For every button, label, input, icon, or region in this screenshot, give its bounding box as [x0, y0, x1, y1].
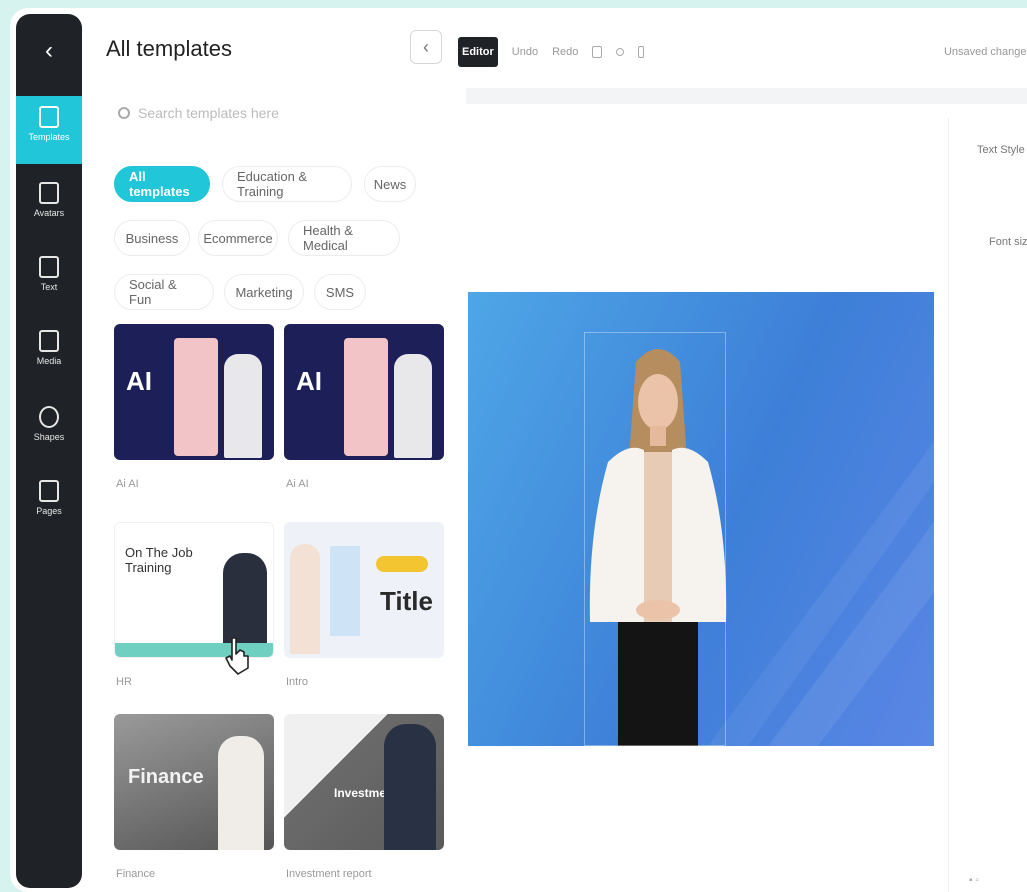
video-canvas[interactable]: [468, 292, 934, 746]
rail-item-text[interactable]: Text: [16, 246, 82, 314]
text-icon: [39, 256, 59, 278]
panel-footer-icons[interactable]: ▪ ▫: [969, 875, 979, 886]
template-card[interactable]: Investment report: [284, 714, 444, 850]
template-card[interactable]: AI: [114, 324, 274, 460]
tool-rail: ‹ Templates Avatars Text Media Shapes Pa…: [16, 14, 82, 888]
avatar-figure: [174, 338, 218, 456]
dot-icon[interactable]: [616, 48, 625, 56]
avatar-figure: [384, 724, 436, 850]
rail-label: Media: [36, 356, 62, 366]
template-word: AI: [296, 366, 322, 396]
template-search-input[interactable]: Search templates here: [106, 96, 436, 130]
templates-panel: All templates ‹ Search templates here Al…: [92, 8, 452, 892]
chip-business[interactable]: Business: [114, 220, 190, 256]
rail-label: Shapes: [33, 432, 65, 442]
avatar-figure: [394, 354, 432, 458]
decor-banner: [376, 556, 428, 572]
chip-social[interactable]: Social & Fun: [114, 274, 214, 310]
template-word: Finance: [128, 766, 204, 788]
avatar-figure: [224, 354, 262, 458]
chip-marketing[interactable]: Marketing: [224, 274, 304, 310]
search-placeholder: Search templates here: [138, 105, 279, 121]
template-label: Ai AI: [286, 478, 309, 490]
rail-item-avatars[interactable]: Avatars: [16, 172, 82, 240]
copy-icon[interactable]: [592, 46, 603, 58]
template-label: Intro: [286, 676, 309, 688]
media-icon: [39, 330, 59, 352]
avatar-figure: [344, 338, 388, 456]
avatar-figure: [290, 544, 320, 654]
chip-education[interactable]: Education & Training: [222, 166, 352, 202]
timeline-scrubber[interactable]: [466, 88, 1027, 104]
shape-icon: [39, 406, 59, 428]
template-card[interactable]: AI: [284, 324, 444, 460]
template-word: Title: [380, 586, 433, 616]
chip-sms[interactable]: SMS: [314, 274, 366, 310]
pages-icon: [39, 480, 59, 502]
rail-label: Avatars: [33, 208, 65, 218]
rail-label: Pages: [36, 506, 62, 516]
editor-toolbar: Editor Undo Redo Unsaved changes: [458, 30, 1027, 74]
font-size-label[interactable]: Font size: [989, 236, 1027, 248]
app-frame: ‹ Templates Avatars Text Media Shapes Pa…: [10, 8, 1027, 892]
chip-health[interactable]: Health & Medical: [288, 220, 400, 256]
template-card[interactable]: Finance: [114, 714, 274, 850]
search-icon: [118, 107, 130, 119]
properties-panel: Text Style Font size ▪ ▫: [948, 118, 1027, 892]
editor-mode-button[interactable]: Editor: [458, 37, 498, 67]
template-label: Ai AI: [116, 478, 139, 490]
text-style-label[interactable]: Text Style: [977, 144, 1025, 156]
undo-button[interactable]: Undo: [512, 46, 538, 58]
decor-panel: [330, 546, 360, 636]
chip-ecommerce[interactable]: Ecommerce: [198, 220, 278, 256]
chip-all-templates[interactable]: All templates: [114, 166, 210, 202]
template-label: Finance: [116, 868, 156, 880]
chip-news[interactable]: News: [364, 166, 416, 202]
redo-button[interactable]: Redo: [552, 46, 578, 58]
panel-title: All templates: [106, 36, 232, 61]
template-heading: On The Job Training: [125, 545, 193, 575]
template-card[interactable]: Title: [284, 522, 444, 658]
template-word: AI: [126, 366, 152, 396]
more-icon[interactable]: [638, 46, 645, 58]
rail-item-media[interactable]: Media: [16, 320, 82, 388]
chevron-left-icon: ‹: [423, 37, 429, 57]
avatar-icon: [39, 182, 59, 204]
rail-label: Templates: [28, 132, 70, 142]
collapse-panel-button[interactable]: ‹: [410, 30, 442, 64]
rail-item-shapes[interactable]: Shapes: [16, 396, 82, 464]
avatar-selection-box[interactable]: [584, 332, 726, 746]
rail-label: Text: [40, 282, 58, 292]
back-chevron-icon[interactable]: ‹: [16, 24, 82, 78]
template-label: Investment report: [286, 868, 372, 880]
unsaved-status: Unsaved changes: [943, 46, 1027, 58]
avatar-figure: [218, 736, 264, 850]
hand-cursor-icon: [225, 637, 249, 675]
template-label: HR: [116, 676, 132, 688]
rail-item-templates[interactable]: Templates: [16, 96, 82, 164]
grid-icon: [39, 106, 59, 128]
rail-item-pages[interactable]: Pages: [16, 470, 82, 538]
